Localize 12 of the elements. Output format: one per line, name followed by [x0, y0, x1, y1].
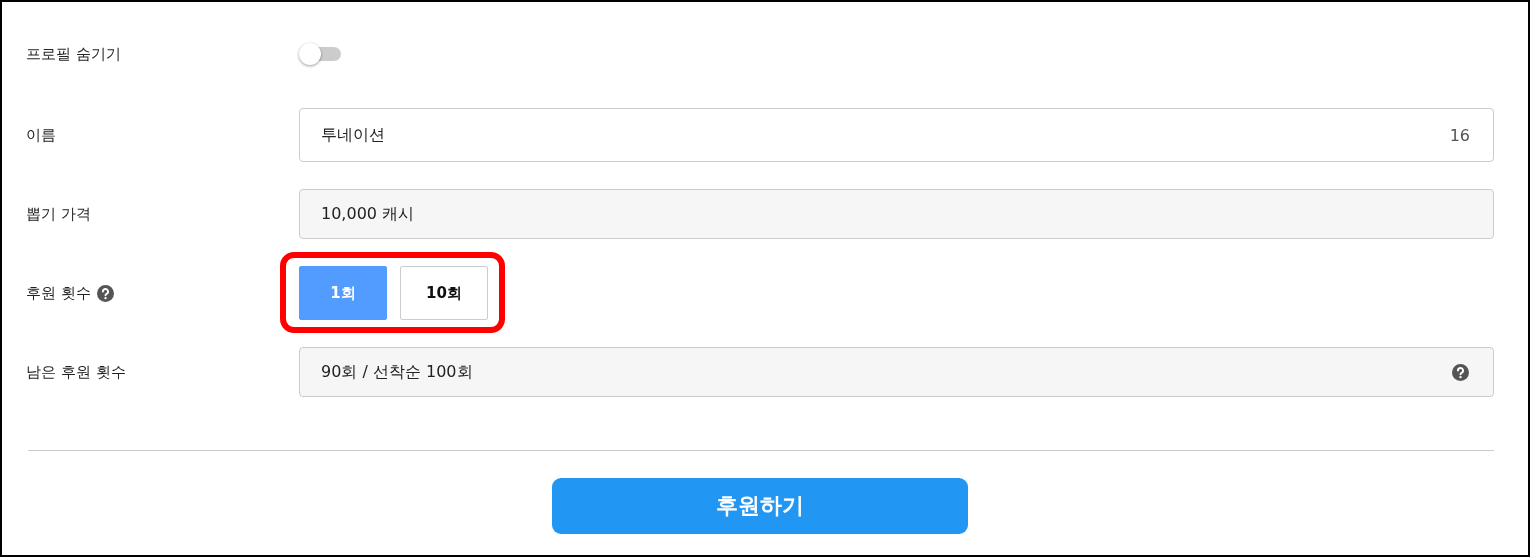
count-option[interactable]: 10회 — [400, 266, 488, 320]
help-icon[interactable] — [96, 284, 114, 302]
help-icon[interactable] — [1452, 363, 1469, 381]
field-label: 뽑기 가격 — [26, 204, 91, 224]
field-value: 90회 / 선착순 100회 — [321, 361, 473, 383]
field-label: 남은 후원 횟수 — [26, 362, 126, 382]
field-value: 10,000 캐시 — [321, 203, 415, 225]
toggle-switch[interactable] — [299, 43, 341, 65]
character-counter: 16 — [1449, 125, 1470, 145]
field-label: 프로필 숨기기 — [26, 44, 121, 64]
field-label: 이름 — [26, 125, 56, 145]
field-label: 후원 횟수 — [26, 283, 91, 303]
